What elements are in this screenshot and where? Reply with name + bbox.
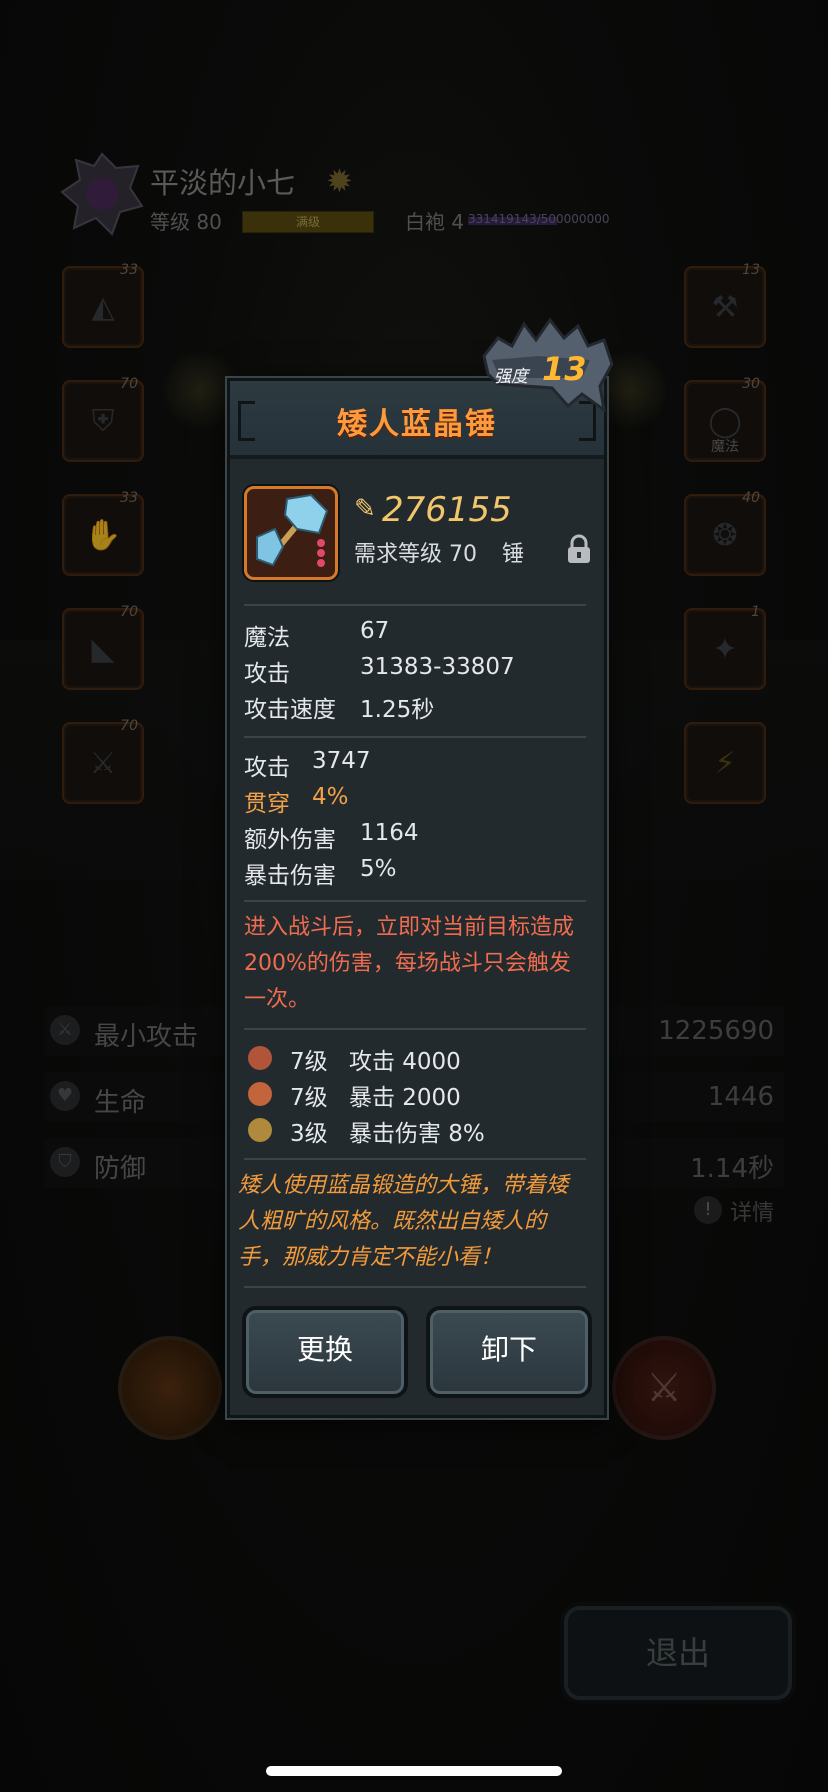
stat-key: 魔法: [244, 625, 290, 651]
gem-level: 7级: [290, 1085, 328, 1111]
home-indicator[interactable]: [266, 1766, 562, 1776]
stat-val: 4%: [312, 784, 349, 810]
gem-attack-icon: [248, 1046, 272, 1070]
replace-label: 更换: [296, 1333, 353, 1366]
item-effect-text: 进入战斗后，立即对当前目标造成200%的伤害，每场战斗只会触发一次。: [244, 915, 575, 1012]
stat-val: 67: [360, 618, 390, 644]
base-stat-row: 魔法 67: [244, 618, 389, 652]
gem-effect: 暴击伤害 8%: [348, 1121, 485, 1147]
strength-label: 强度: [494, 367, 528, 387]
gem-row: 7级 暴击 2000: [290, 1078, 461, 1112]
lock-icon[interactable]: [566, 534, 592, 564]
blue-crystal-hammer-icon: [244, 486, 338, 580]
stat-key: 攻击: [244, 661, 290, 687]
gem-row: 7级 攻击 4000: [290, 1042, 461, 1076]
divider: [244, 900, 586, 902]
bonus-stat-row-highlight: 贯穿 4%: [244, 784, 349, 818]
divider: [244, 1158, 586, 1160]
unequip-label: 卸下: [480, 1333, 537, 1366]
stat-key: 贯穿: [244, 791, 290, 817]
gem-level: 3级: [290, 1121, 328, 1147]
divider: [244, 1286, 586, 1288]
item-lore-text: 矮人使用蓝晶锻造的大锤，带着矮人粗旷的风格。既然出自矮人的手，那威力肯定不能小看…: [238, 1173, 569, 1270]
divider: [244, 604, 586, 606]
divider: [244, 1028, 586, 1030]
bonus-stat-row: 暴击伤害 5%: [244, 856, 397, 890]
gem-effect: 暴击 2000: [348, 1085, 461, 1111]
base-stat-row: 攻击 31383-33807: [244, 654, 515, 688]
requirement-level: 需求等级 70: [354, 542, 477, 567]
item-requirement: 需求等级 70 锤: [354, 536, 524, 568]
gem-row: 3级 暴击伤害 8%: [290, 1114, 485, 1148]
unequip-button[interactable]: 卸下: [426, 1306, 592, 1398]
stat-val: 3747: [312, 748, 371, 774]
bonus-stat-row: 额外伤害 1164: [244, 820, 419, 854]
strength-value: 13: [542, 350, 587, 388]
stat-key: 额外伤害: [244, 827, 336, 853]
stat-key: 暴击伤害: [244, 863, 336, 889]
base-stat-row: 攻击速度 1.25秒: [244, 690, 434, 724]
stat-val: 1164: [360, 820, 419, 846]
gem-crit-icon: [248, 1082, 272, 1106]
stat-val: 5%: [360, 856, 397, 882]
stat-val: 31383-33807: [360, 654, 515, 680]
gem-effect: 攻击 4000: [348, 1049, 461, 1075]
gem-crit-damage-icon: [248, 1118, 272, 1142]
divider: [244, 736, 586, 738]
item-type: 锤: [502, 542, 525, 567]
stat-key: 攻击: [244, 755, 290, 781]
bonus-stat-row: 攻击 3747: [244, 748, 371, 782]
replace-button[interactable]: 更换: [242, 1306, 408, 1398]
stat-val: 1.25秒: [360, 697, 435, 723]
power-icon: ✎: [354, 494, 376, 524]
gem-level: 7级: [290, 1049, 328, 1075]
item-power: 276155: [382, 490, 512, 530]
stat-key: 攻击速度: [244, 697, 336, 723]
